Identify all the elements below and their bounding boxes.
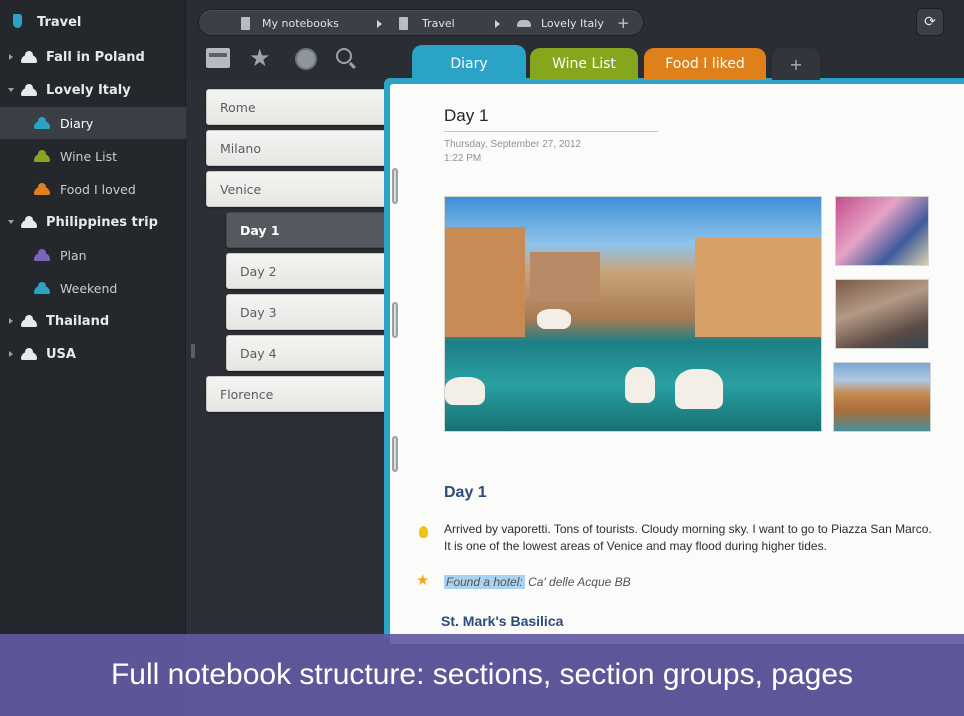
breadcrumb-separator-icon: [377, 20, 382, 28]
expand-right-icon[interactable]: [9, 351, 13, 357]
cloud-icon: [21, 348, 37, 360]
page-item[interactable]: Day 1: [226, 212, 386, 248]
note-subheading[interactable]: St. Mark's Basilica: [441, 613, 563, 629]
top-bar: My notebooks Travel Lovely Italy + ⟳: [186, 0, 964, 44]
sync-button[interactable]: ⟳: [916, 8, 944, 36]
page-item[interactable]: Day 3: [226, 294, 386, 330]
expand-down-icon[interactable]: [8, 220, 14, 224]
sidebar-item-label: Plan: [60, 247, 87, 263]
sidebar-item[interactable]: USA: [0, 338, 186, 370]
expand-right-icon[interactable]: [9, 318, 13, 324]
venice-canal-photo[interactable]: [444, 196, 822, 432]
tab-diary[interactable]: Diary: [412, 45, 526, 82]
notebook-title: Travel: [37, 15, 82, 30]
search-icon[interactable]: [336, 48, 352, 64]
sidebar-item[interactable]: Food I loved: [0, 173, 186, 205]
highlighted-text: Found a hotel:: [444, 575, 525, 589]
sidebar-item-label: Food I loved: [60, 181, 136, 197]
page-item[interactable]: Day 4: [226, 335, 386, 371]
tab-wine-list[interactable]: Wine List: [530, 48, 638, 80]
cloud-icon: [34, 183, 50, 195]
cloud-icon: [21, 84, 37, 96]
add-tab-button[interactable]: +: [772, 48, 820, 80]
notebook-icon: [241, 17, 250, 30]
sidebar-item[interactable]: Lovely Italy: [0, 74, 186, 106]
cloud-icon: [21, 216, 37, 228]
resize-handle[interactable]: [191, 344, 195, 358]
sidebar-item[interactable]: Philippines trip: [0, 206, 186, 238]
sidebar-item-label: Diary: [60, 115, 94, 131]
expand-down-icon[interactable]: [8, 88, 14, 92]
note-title[interactable]: Day 1: [444, 106, 658, 132]
sidebar-item-label: Philippines trip: [46, 214, 158, 230]
gondola-photo[interactable]: [835, 279, 929, 349]
cloud-icon: [21, 315, 37, 327]
cloud-icon: [21, 51, 37, 63]
breadcrumb: My notebooks Travel Lovely Italy +: [198, 9, 644, 36]
note-heading[interactable]: Day 1: [444, 484, 487, 502]
carnival-mask-photo[interactable]: [835, 196, 929, 266]
binder-ring: [392, 436, 398, 472]
cloud-icon: [34, 282, 50, 294]
sidebar-item[interactable]: Weekend: [0, 272, 186, 304]
binder-ring: [392, 302, 398, 338]
sidebar-item[interactable]: Diary: [0, 107, 186, 139]
sidebar-item[interactable]: Fall in Poland: [0, 41, 186, 73]
sidebar-item-label: USA: [46, 346, 76, 362]
note-time: 1:22 PM: [444, 153, 482, 164]
page-item[interactable]: Milano: [206, 130, 386, 166]
caption-text: Full notebook structure: sections, secti…: [110, 658, 854, 691]
add-icon[interactable]: +: [617, 14, 630, 32]
clock-icon[interactable]: [295, 48, 317, 70]
sidebar-item-label: Weekend: [60, 280, 118, 296]
notebook-icon: [13, 14, 22, 28]
sidebar-item-label: Wine List: [60, 148, 117, 164]
note-paragraph[interactable]: Arrived by vaporetti. Tons of tourists. …: [444, 521, 934, 555]
hotel-note[interactable]: Found a hotel: Ca' delle Acque BB: [444, 575, 631, 589]
sidebar-item-label: Thailand: [46, 313, 110, 329]
binder-ring: [392, 168, 398, 204]
section-group-icon: [517, 20, 531, 27]
breadcrumb-travel[interactable]: Travel: [399, 10, 455, 37]
tab-food-i-liked[interactable]: Food I liked: [644, 48, 766, 80]
page-item[interactable]: Rome: [206, 89, 386, 125]
caption-banner: Full notebook structure: sections, secti…: [0, 634, 964, 716]
sidebar: Travel Fall in Poland Lovely Italy Diary Wi…: [0, 0, 186, 716]
inbox-icon[interactable]: [206, 48, 230, 68]
hotel-name: Ca' delle Acque BB: [528, 575, 631, 589]
page-item[interactable]: Venice: [206, 171, 386, 207]
venice-buildings-photo[interactable]: [833, 362, 931, 432]
page-item[interactable]: Florence: [206, 376, 386, 412]
notebook-icon: [399, 17, 408, 30]
sidebar-item[interactable]: Plan: [0, 239, 186, 271]
cloud-icon: [34, 117, 50, 129]
sync-icon: ⟳: [924, 14, 936, 30]
sidebar-item[interactable]: Thailand: [0, 305, 186, 337]
cloud-icon: [34, 249, 50, 261]
page-item[interactable]: Day 2: [226, 253, 386, 289]
cloud-icon: [34, 150, 50, 162]
expand-right-icon[interactable]: [9, 54, 13, 60]
breadcrumb-separator-icon: [495, 20, 500, 28]
lightbulb-icon: [419, 526, 428, 538]
star-icon: ★: [416, 571, 430, 589]
note-date: Thursday, September 27, 2012: [444, 139, 582, 150]
star-icon[interactable]: ★: [249, 44, 271, 72]
breadcrumb-my-notebooks[interactable]: My notebooks: [241, 10, 339, 37]
breadcrumb-lovely-italy[interactable]: Lovely Italy: [517, 10, 604, 37]
notebook-header[interactable]: Travel: [0, 8, 186, 38]
sidebar-item-label: Fall in Poland: [46, 49, 145, 65]
sidebar-item[interactable]: Wine List: [0, 140, 186, 172]
sidebar-item-label: Lovely Italy: [46, 82, 131, 98]
